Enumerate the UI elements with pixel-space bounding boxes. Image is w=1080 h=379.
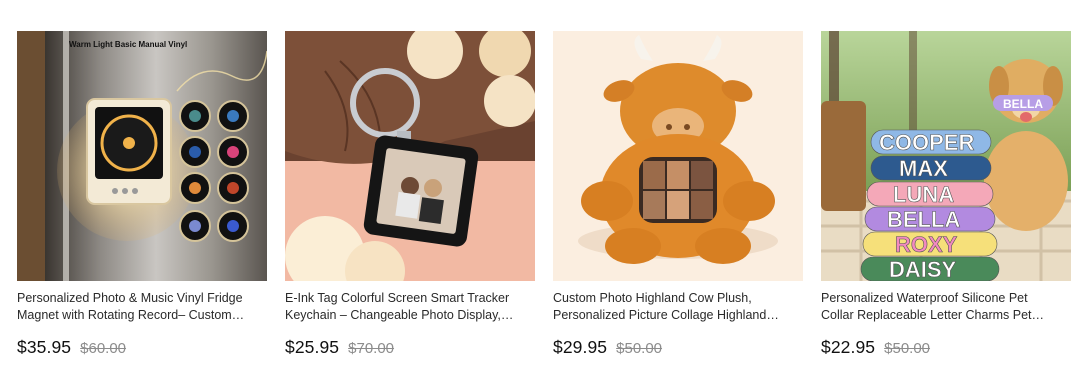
price-row: $35.95 $60.00	[17, 337, 267, 359]
product-title-line-1: E-Ink Tag Colorful Screen Smart Tracker	[285, 291, 510, 305]
product-title-line-2: Magnet with Rotating Record– Custom…	[17, 308, 245, 322]
highland-cow-plush-image	[553, 31, 803, 281]
pet-collar-image: BELLA COOPER MAX LUNA BELLA ROXY DAISY	[821, 31, 1071, 281]
vinyl-magnet-image: Warm Light Basic Manual Vinyl	[17, 31, 267, 281]
product-title[interactable]: E-Ink Tag Colorful Screen Smart Tracker …	[285, 290, 535, 324]
product-title-line-2: Personalized Picture Collage Highland…	[553, 308, 779, 322]
compare-at-price: $70.00	[348, 340, 395, 357]
sale-price: $29.95	[553, 337, 608, 357]
collar-stack: COOPER MAX LUNA BELLA ROXY DAISY	[860, 129, 1000, 281]
eink-keychain-image	[285, 31, 535, 281]
product-card[interactable]: Warm Light Basic Manual Vinyl Personaliz…	[17, 31, 267, 359]
compare-at-price: $60.00	[80, 340, 127, 357]
product-image-vinyl-magnet[interactable]: Warm Light Basic Manual Vinyl	[17, 31, 267, 281]
sale-price: $25.95	[285, 337, 340, 357]
dog-collar-name: BELLA	[1003, 97, 1043, 111]
photo-collage	[639, 157, 717, 223]
collar-name-3: LUNA	[893, 182, 954, 207]
price-row: $29.95 $50.00	[553, 337, 803, 359]
collar-name-2: MAX	[899, 156, 948, 181]
product-title-line-1: Personalized Waterproof Silicone Pet	[821, 291, 1028, 305]
product-title[interactable]: Personalized Photo & Music Vinyl Fridge …	[17, 290, 267, 324]
collar-name-1: COOPER	[879, 130, 974, 155]
product-image-highland-cow[interactable]	[553, 31, 803, 281]
product-card[interactable]: E-Ink Tag Colorful Screen Smart Tracker …	[285, 31, 535, 359]
collar-name-5: ROXY	[895, 232, 958, 257]
product-image-eink-keychain[interactable]	[285, 31, 535, 281]
collar-name-4: BELLA	[887, 207, 960, 232]
product-title[interactable]: Custom Photo Highland Cow Plush, Persona…	[553, 290, 803, 324]
product-image-pet-collar[interactable]: BELLA COOPER MAX LUNA BELLA ROXY DAISY	[821, 31, 1071, 281]
product-card[interactable]: Custom Photo Highland Cow Plush, Persona…	[553, 31, 803, 359]
product-title-line-1: Custom Photo Highland Cow Plush,	[553, 291, 752, 305]
product-grid: Warm Light Basic Manual Vinyl Personaliz…	[0, 0, 1080, 379]
product-title-line-2: Keychain – Changeable Photo Display,…	[285, 308, 514, 322]
product-card[interactable]: BELLA COOPER MAX LUNA BELLA ROXY DAISY P…	[821, 31, 1071, 359]
sale-price: $35.95	[17, 337, 72, 357]
image-overlay-text: Warm Light Basic Manual Vinyl	[69, 40, 187, 49]
collar-name-6: DAISY	[889, 257, 957, 281]
product-title[interactable]: Personalized Waterproof Silicone Pet Col…	[821, 290, 1071, 324]
product-title-line-1: Personalized Photo & Music Vinyl Fridge	[17, 291, 243, 305]
product-title-line-2: Collar Replaceable Letter Charms Pet…	[821, 308, 1045, 322]
compare-at-price: $50.00	[884, 340, 931, 357]
price-row: $22.95 $50.00	[821, 337, 1071, 359]
sale-price: $22.95	[821, 337, 876, 357]
compare-at-price: $50.00	[616, 340, 663, 357]
price-row: $25.95 $70.00	[285, 337, 535, 359]
